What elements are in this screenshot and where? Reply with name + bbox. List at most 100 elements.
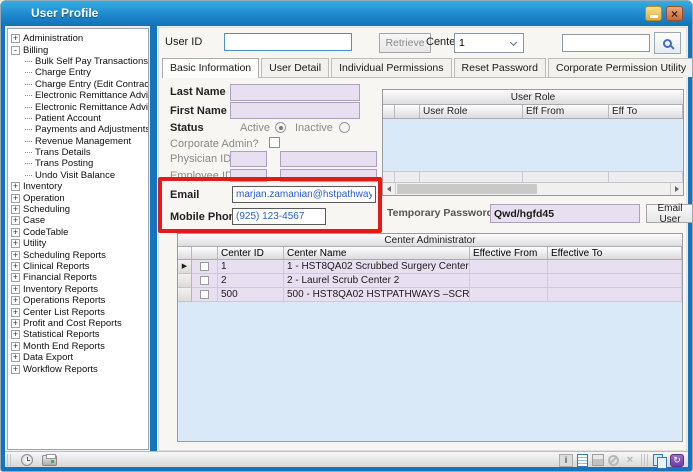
row-checkbox[interactable] xyxy=(200,276,209,285)
printer-icon[interactable] xyxy=(42,455,57,466)
refresh-center-icon[interactable]: ↻ xyxy=(670,454,684,467)
sidebar-item[interactable]: Workflow Reports xyxy=(8,363,148,374)
tree-expand-icon[interactable] xyxy=(11,319,20,328)
sidebar-item[interactable]: Financial Reports xyxy=(8,272,148,283)
tree-expand-icon[interactable] xyxy=(11,308,20,317)
sidebar-item[interactable]: Month End Reports xyxy=(8,341,148,352)
center-admin-col-effto[interactable]: Effective To xyxy=(548,247,682,260)
close-button[interactable]: × xyxy=(666,6,683,21)
row-checkbox[interactable] xyxy=(200,262,209,271)
first-name-input[interactable] xyxy=(230,102,360,119)
tree-expand-icon[interactable] xyxy=(11,353,20,362)
status-inactive-radio[interactable] xyxy=(339,122,350,133)
tree-expand-icon[interactable] xyxy=(11,239,20,248)
center-admin-row[interactable]: 500 500 - HST8QA02 HSTPATHWAYS –SCRUBBED… xyxy=(178,288,682,302)
sidebar-item[interactable]: Charge Entry xyxy=(8,67,148,78)
tree-expand-icon[interactable] xyxy=(11,273,20,282)
sidebar-item[interactable]: CodeTable xyxy=(8,227,148,238)
tree-expand-icon[interactable] xyxy=(11,342,20,351)
tab[interactable]: User Detail xyxy=(261,58,329,77)
sidebar-item[interactable]: Operations Reports xyxy=(8,295,148,306)
physician-id-input[interactable] xyxy=(230,151,267,167)
center-admin-col-efffrom[interactable]: Effective From xyxy=(470,247,548,260)
sidebar-item[interactable]: Trans Details xyxy=(8,147,148,158)
sidebar-item[interactable]: Clinical Reports xyxy=(8,261,148,272)
retrieve-button[interactable]: Retrieve xyxy=(379,33,431,53)
user-id-input[interactable] xyxy=(224,33,352,51)
user-role-new-row[interactable] xyxy=(383,171,683,182)
sidebar-item[interactable]: Electronic Remittance Advice - Patient xyxy=(8,90,148,101)
sidebar-item[interactable]: Inventory Reports xyxy=(8,284,148,295)
last-name-input[interactable] xyxy=(230,84,360,101)
copy-icon[interactable] xyxy=(653,454,666,467)
tab[interactable]: Corporate Permission Utility xyxy=(548,58,693,77)
new-document-icon[interactable] xyxy=(577,454,588,467)
save-icon[interactable] xyxy=(592,454,604,466)
email-user-button[interactable]: Email User xyxy=(646,204,693,223)
row-checkbox[interactable] xyxy=(200,290,209,299)
sidebar-item[interactable]: Billing xyxy=(8,44,148,55)
tree-expand-icon[interactable] xyxy=(11,216,20,225)
tree-expand-icon[interactable] xyxy=(11,182,20,191)
sidebar-item[interactable]: Inventory xyxy=(8,181,148,192)
cancel-icon[interactable] xyxy=(608,455,619,466)
scrollbar-thumb[interactable] xyxy=(397,184,537,194)
employee-id-input[interactable] xyxy=(230,169,267,182)
user-role-col-userrole[interactable]: User Role xyxy=(420,105,523,118)
sidebar-item[interactable]: Scheduling Reports xyxy=(8,249,148,260)
panel-splitter[interactable] xyxy=(150,26,157,451)
delete-icon[interactable]: × xyxy=(623,454,637,467)
center-admin-col-centerid[interactable]: Center ID xyxy=(218,247,284,260)
center-admin-row[interactable]: 1 1 - HST8QA02 Scrubbed Surgery Center xyxy=(178,260,682,274)
row-selector-cell[interactable] xyxy=(178,288,192,302)
tab[interactable]: Reset Password xyxy=(454,58,546,77)
sidebar-item[interactable]: Payments and Adjustments xyxy=(8,124,148,135)
physician-name-input[interactable] xyxy=(280,151,377,167)
search-button[interactable] xyxy=(654,32,681,54)
tree-expand-icon[interactable] xyxy=(11,262,20,271)
center-admin-col-centername[interactable]: Center Name xyxy=(284,247,470,260)
tree-expand-icon[interactable] xyxy=(11,330,20,339)
sidebar-item[interactable]: Operation xyxy=(8,192,148,203)
temporary-password-input[interactable] xyxy=(490,204,640,223)
sidebar-item[interactable]: Center List Reports xyxy=(8,306,148,317)
minimize-button[interactable] xyxy=(645,6,662,21)
sidebar-item[interactable]: Charge Entry (Edit Contract Fee) xyxy=(8,79,148,90)
sidebar-item[interactable]: Undo Visit Balance xyxy=(8,170,148,181)
email-input[interactable] xyxy=(232,186,376,203)
corporate-admin-checkbox[interactable] xyxy=(269,137,280,148)
sidebar-item[interactable]: Statistical Reports xyxy=(8,329,148,340)
tree-expand-icon[interactable] xyxy=(11,228,20,237)
info-icon[interactable]: i xyxy=(559,454,573,467)
sidebar-item[interactable]: Trans Posting xyxy=(8,158,148,169)
scroll-right-arrow-icon[interactable] xyxy=(670,183,683,195)
center-select[interactable]: 1 xyxy=(454,33,524,53)
row-selector-cell[interactable] xyxy=(178,274,192,288)
quick-search-input[interactable] xyxy=(562,34,650,52)
sidebar-item[interactable]: Electronic Remittance Advice - Payer xyxy=(8,101,148,112)
sidebar-item[interactable]: Profit and Cost Reports xyxy=(8,318,148,329)
tree-expand-icon[interactable] xyxy=(11,365,20,374)
tab[interactable]: Basic Information xyxy=(162,58,259,78)
sidebar-item[interactable]: Data Export xyxy=(8,352,148,363)
scroll-left-arrow-icon[interactable] xyxy=(383,183,396,195)
center-admin-row[interactable]: 2 2 - Laurel Scrub Center 2 xyxy=(178,274,682,288)
clock-icon[interactable] xyxy=(21,454,33,466)
tree-expand-icon[interactable] xyxy=(11,205,20,214)
row-selector-cell[interactable] xyxy=(178,260,192,274)
sidebar-item[interactable]: Administration xyxy=(8,33,148,44)
employee-name-input[interactable] xyxy=(280,169,377,182)
tree-expand-icon[interactable] xyxy=(11,285,20,294)
sidebar-item[interactable]: Scheduling xyxy=(8,204,148,215)
sidebar-item[interactable]: Patient Account xyxy=(8,113,148,124)
sidebar-item[interactable]: Bulk Self Pay Transactions xyxy=(8,56,148,67)
tree-expand-icon[interactable] xyxy=(11,34,20,43)
user-role-col-effto[interactable]: Eff To xyxy=(609,105,683,118)
status-active-radio[interactable] xyxy=(275,122,286,133)
sidebar-item[interactable]: Case xyxy=(8,215,148,226)
tree-expand-icon[interactable] xyxy=(11,46,20,55)
tab[interactable]: Individual Permissions xyxy=(331,58,451,77)
mobile-phone-input[interactable] xyxy=(232,208,326,225)
user-role-col-efffrom[interactable]: Eff From xyxy=(523,105,609,118)
user-role-hscrollbar[interactable] xyxy=(383,182,683,195)
